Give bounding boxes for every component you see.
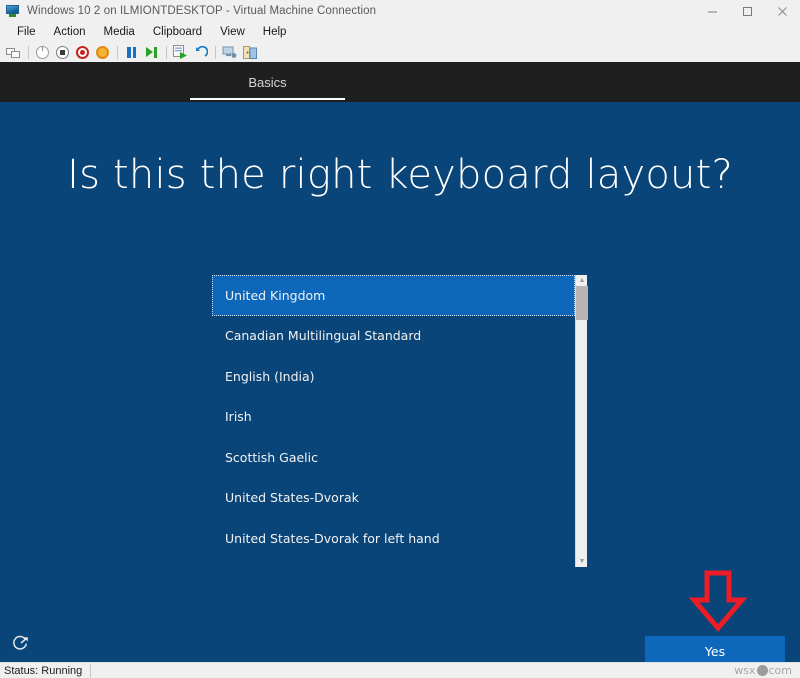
toolbar-separator	[28, 46, 29, 59]
list-scrollbar[interactable]: ▲ ▼	[575, 275, 587, 567]
minimize-button[interactable]	[695, 0, 730, 22]
list-item-label: Scottish Gaelic	[225, 450, 318, 465]
toolbar-separator	[117, 46, 118, 59]
list-item[interactable]: United Kingdom	[212, 275, 575, 316]
title-bar: Windows 10 2 on ILMIONTDESKTOP - Virtual…	[0, 0, 800, 22]
virtual-machine-connection-window: Windows 10 2 on ILMIONTDESKTOP - Virtual…	[0, 0, 800, 678]
toolbar-separator	[215, 46, 216, 59]
list-item[interactable]: Scottish Gaelic	[212, 437, 575, 478]
window-controls	[695, 0, 800, 22]
tab-basics[interactable]: Basics	[190, 62, 345, 102]
tab-active-underline	[190, 98, 345, 100]
menu-bar: File Action Media Clipboard View Help	[0, 22, 800, 42]
maximize-button[interactable]	[730, 0, 765, 22]
list-item-label: English (India)	[225, 369, 315, 384]
list-item[interactable]: English (India)	[212, 356, 575, 397]
enhanced-session-icon[interactable]	[220, 43, 239, 61]
status-bar: Status: Running	[0, 662, 800, 678]
menu-item-clipboard[interactable]: Clipboard	[144, 24, 211, 40]
start-icon[interactable]	[33, 43, 52, 61]
status-text: Status: Running	[0, 664, 91, 678]
shutdown-icon[interactable]	[53, 43, 72, 61]
keyboard-layout-list: United Kingdom Canadian Multilingual Sta…	[212, 275, 575, 567]
menu-item-view[interactable]: View	[211, 24, 254, 40]
minimize-icon	[707, 6, 718, 17]
tab-basics-label: Basics	[248, 75, 286, 90]
ctrl-alt-delete-icon[interactable]	[4, 43, 23, 61]
pause-icon[interactable]	[122, 43, 141, 61]
list-item[interactable]: Canadian Multilingual Standard	[212, 316, 575, 357]
toolbar	[0, 42, 800, 62]
turn-off-icon[interactable]	[73, 43, 92, 61]
list-item[interactable]: United States-Dvorak	[212, 478, 575, 519]
menu-item-action[interactable]: Action	[45, 24, 95, 40]
scroll-up-icon[interactable]: ▲	[576, 275, 588, 286]
revert-icon[interactable]	[191, 43, 210, 61]
scroll-down-icon[interactable]: ▼	[576, 556, 588, 567]
list-item-label: United Kingdom	[225, 288, 325, 303]
yes-button-label: Yes	[705, 644, 725, 659]
reset-icon[interactable]	[93, 43, 112, 61]
list-item-label: Canadian Multilingual Standard	[225, 328, 421, 343]
close-button[interactable]	[765, 0, 800, 22]
checkpoint-icon[interactable]	[171, 43, 190, 61]
page-title: Is this the right keyboard layout?	[0, 152, 800, 198]
list-item[interactable]: United States-Dvorak for left hand	[212, 518, 575, 559]
keyboard-layout-listbox[interactable]: United Kingdom Canadian Multilingual Sta…	[212, 275, 587, 567]
oobe-top-bar	[0, 62, 800, 102]
resume-icon[interactable]	[142, 43, 161, 61]
list-item[interactable]: Irish	[212, 397, 575, 438]
scrollbar-thumb[interactable]	[576, 286, 588, 320]
list-item-label: Irish	[225, 409, 252, 424]
maximize-icon	[742, 6, 753, 17]
yes-button[interactable]: Yes	[645, 636, 785, 662]
toolbar-separator	[166, 46, 167, 59]
list-item-label: United States-Dvorak for left hand	[225, 531, 440, 546]
ease-of-access-icon[interactable]	[10, 632, 32, 654]
annotation-down-arrow-icon	[688, 570, 748, 632]
list-item-label: United States-Dvorak	[225, 490, 359, 505]
watermark: wsx com	[734, 662, 792, 678]
settings-icon[interactable]	[240, 43, 259, 61]
watermark-badge-icon	[757, 665, 768, 676]
window-title: Windows 10 2 on ILMIONTDESKTOP - Virtual…	[27, 5, 376, 17]
watermark-text-before: wsx	[734, 664, 755, 677]
menu-item-file[interactable]: File	[8, 24, 45, 40]
menu-item-help[interactable]: Help	[254, 24, 296, 40]
vm-screen: Basics Is this the right keyboard layout…	[0, 62, 800, 662]
close-icon	[777, 6, 788, 17]
virtual-machine-icon	[5, 3, 21, 19]
menu-item-media[interactable]: Media	[95, 24, 144, 40]
watermark-text-after: com	[769, 664, 793, 677]
